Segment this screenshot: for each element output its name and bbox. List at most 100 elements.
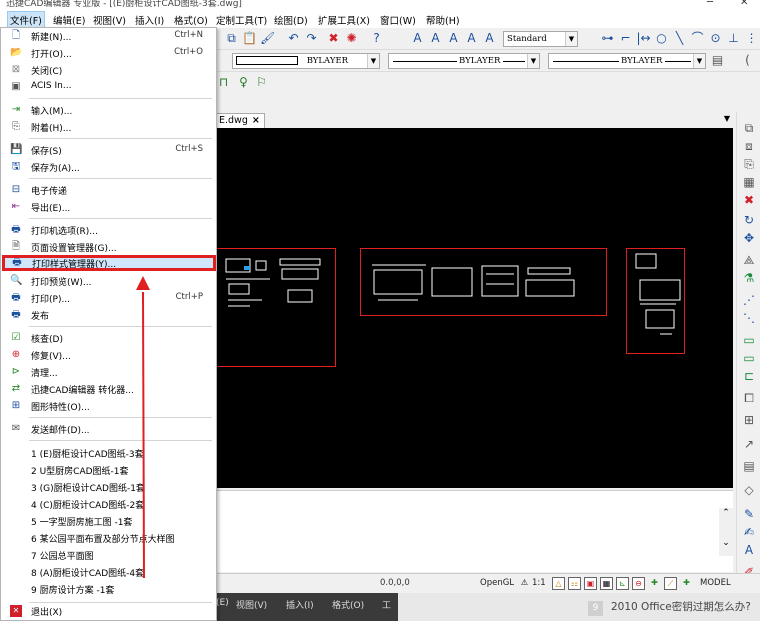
stretch-icon[interactable]: ⚗	[741, 270, 757, 286]
region-icon[interactable]: ◇	[741, 482, 757, 498]
chevron-down-icon[interactable]: ▼	[565, 32, 577, 46]
target-icon[interactable]: ⊙	[708, 31, 723, 46]
menu-item-acis-in[interactable]: ▣ ACIS In...	[1, 79, 216, 95]
grid-icon[interactable]: ⚏	[568, 577, 581, 590]
lineweight-icon[interactable]: ⟋	[664, 577, 677, 590]
join-icon[interactable]: ▭	[741, 350, 757, 366]
menu-draw[interactable]: 绘图(D)	[272, 12, 310, 28]
rotate-icon[interactable]: ↻	[741, 212, 757, 228]
secondary-menu-edit[interactable]: (E)	[216, 598, 229, 608]
menu-item-attach[interactable]: ⎘ 附着(H)...	[1, 119, 216, 135]
menu-item-exit[interactable]: ✕ 退出(X)	[1, 603, 216, 619]
menu-item-plot-style-manager[interactable]: 🖶 打印样式管理器(Y)...	[2, 255, 216, 271]
menu-window[interactable]: 窗口(W)	[378, 12, 418, 28]
menu-item-print-preview[interactable]: 🔍 打印预览(W)...	[1, 273, 216, 289]
menu-item-recover[interactable]: ⊕ 修复(V)...	[1, 347, 216, 363]
menu-help[interactable]: 帮助(H)	[424, 12, 462, 28]
secondary-menu-format[interactable]: 格式(O)	[332, 598, 364, 611]
recent-file-7[interactable]: 7 公园总平面图	[31, 549, 94, 562]
diagonal-line-icon[interactable]: ╲	[672, 31, 687, 46]
polar-icon[interactable]: ▦	[600, 577, 613, 590]
layer-properties-icon[interactable]: ▤	[710, 53, 725, 68]
menu-item-print[interactable]: 🖶 打印(P)... Ctrl+P	[1, 290, 216, 306]
document-tab[interactable]: E.dwg ×	[214, 113, 265, 128]
secondary-menu-tools[interactable]: 工	[382, 598, 391, 611]
text-style-combo[interactable]: Standard ▼	[503, 31, 578, 47]
menu-item-close[interactable]: ⊠ 关闭(C)	[1, 62, 216, 78]
array-icon[interactable]: ▦	[741, 174, 757, 190]
chamfer-icon[interactable]: ⊏	[741, 368, 757, 384]
hatch-icon[interactable]: ▤	[741, 458, 757, 474]
menu-view[interactable]: 视图(V)	[91, 12, 128, 28]
menu-item-open[interactable]: 📂 打开(O)... Ctrl+O	[1, 45, 216, 61]
text-icon[interactable]: A	[410, 31, 425, 46]
scale-label[interactable]: 1:1	[532, 578, 546, 588]
menu-item-new[interactable]: 🗋 新建(N)... Ctrl+N	[1, 28, 216, 44]
polyline-icon[interactable]: ⌐	[618, 31, 633, 46]
recent-file-1[interactable]: 1 (E)厨柜设计CAD图纸-3套	[31, 447, 144, 460]
scroll-up-icon[interactable]: ⌃	[719, 508, 733, 518]
command-scrollbar[interactable]: ⌃ ⌄	[719, 508, 733, 556]
minimize-icon[interactable]: ─	[707, 0, 713, 8]
undo-icon[interactable]: ↶	[286, 31, 301, 46]
color-combo[interactable]: BYLAYER ▼	[232, 53, 380, 69]
recent-file-9[interactable]: 9 厨房设计方案 -1套	[31, 583, 114, 596]
close-window-icon[interactable]: ✕	[740, 0, 748, 8]
mirror-icon[interactable]: ⧈	[741, 138, 757, 154]
dyn-icon[interactable]: ✚	[648, 577, 661, 590]
menu-item-send-mail[interactable]: ✉ 发送邮件(D)...	[1, 421, 216, 437]
text-style-icon[interactable]: A	[446, 31, 461, 46]
break-icon[interactable]: ▭	[741, 332, 757, 348]
more-tools-icon[interactable]: ⋮	[744, 31, 759, 46]
ray-icon[interactable]: |↔	[636, 31, 651, 46]
explode-icon[interactable]: ✺	[344, 31, 359, 46]
text-find-icon[interactable]: A	[482, 31, 497, 46]
arc-tool-icon[interactable]: (	[740, 53, 755, 68]
scale-icon[interactable]: ⟁	[741, 252, 757, 268]
fillet-icon[interactable]: ⧠	[741, 390, 757, 406]
text-edit-icon[interactable]: A	[464, 31, 479, 46]
menu-extension-tools[interactable]: 扩展工具(X)	[316, 12, 372, 28]
menu-item-import[interactable]: ⇥ 输入(M)...	[1, 102, 216, 118]
copy-icon[interactable]: ⧉	[224, 31, 239, 46]
chevron-down-icon[interactable]: ▼	[693, 54, 705, 68]
offset-icon[interactable]: ⎘	[741, 156, 757, 172]
chevron-down-icon[interactable]: ▼	[367, 54, 379, 68]
explode-object-icon[interactable]: ⊞	[741, 412, 757, 428]
menu-item-page-setup[interactable]: 🗎 页面设置管理器(G)...	[1, 239, 216, 255]
scroll-down-icon[interactable]: ⌄	[719, 538, 733, 548]
layer-isolate-icon[interactable]: ♀	[236, 75, 251, 90]
recent-file-8[interactable]: 8 (A)厨柜设计CAD图纸-4套	[31, 566, 144, 579]
recent-file-6[interactable]: 6 某公园平面布置及部分节点大样图	[31, 532, 175, 545]
chevron-down-icon[interactable]: ▼	[527, 54, 539, 68]
paste-icon[interactable]: 📋	[242, 31, 257, 46]
menu-edit[interactable]: 编辑(E)	[51, 12, 87, 28]
osnap-icon[interactable]: ⊾	[616, 577, 629, 590]
layer-state-icon[interactable]: ⊓	[216, 75, 231, 90]
match-properties-icon[interactable]: 🖌	[260, 31, 275, 46]
snap-icon[interactable]: △	[552, 577, 565, 590]
line-icon[interactable]: ⊶	[600, 31, 615, 46]
erase-icon[interactable]: ✖	[741, 192, 757, 208]
layer-walk-icon[interactable]: ⚐	[254, 75, 269, 90]
move-icon[interactable]: ✥	[741, 230, 757, 246]
menu-item-drawing-properties[interactable]: ⊞ 图形特性(O)...	[1, 398, 216, 414]
menu-item-etransmit[interactable]: ⊟ 电子传递	[1, 182, 216, 198]
redo-icon[interactable]: ↷	[304, 31, 319, 46]
menu-item-printer-options[interactable]: 🖶 打印机选项(R)...	[1, 222, 216, 238]
arc-icon[interactable]: ⌒	[690, 31, 705, 46]
secondary-menu-view[interactable]: 视图(V)	[236, 598, 267, 611]
model-label[interactable]: MODEL	[700, 578, 731, 588]
related-question-link[interactable]: 9 2010 Office密钥过期怎么办?	[588, 599, 751, 616]
otrack-icon[interactable]: ⊖	[632, 577, 645, 590]
close-tab-icon[interactable]: ×	[252, 115, 260, 126]
tab-list-chevron-icon[interactable]: ▼	[724, 114, 730, 123]
menu-item-export[interactable]: ⇤ 导出(E)...	[1, 199, 216, 215]
dimension-icon[interactable]: ↗	[741, 436, 757, 452]
perpendicular-icon[interactable]: ⊥	[726, 31, 741, 46]
quick-props-icon[interactable]: ✚	[680, 577, 693, 590]
menu-custom-tools[interactable]: 定制工具(T)	[214, 12, 269, 28]
copy-object-icon[interactable]: ⧉	[741, 120, 757, 136]
mtext-icon[interactable]: A	[428, 31, 443, 46]
pen-icon[interactable]: ✎	[741, 506, 757, 522]
